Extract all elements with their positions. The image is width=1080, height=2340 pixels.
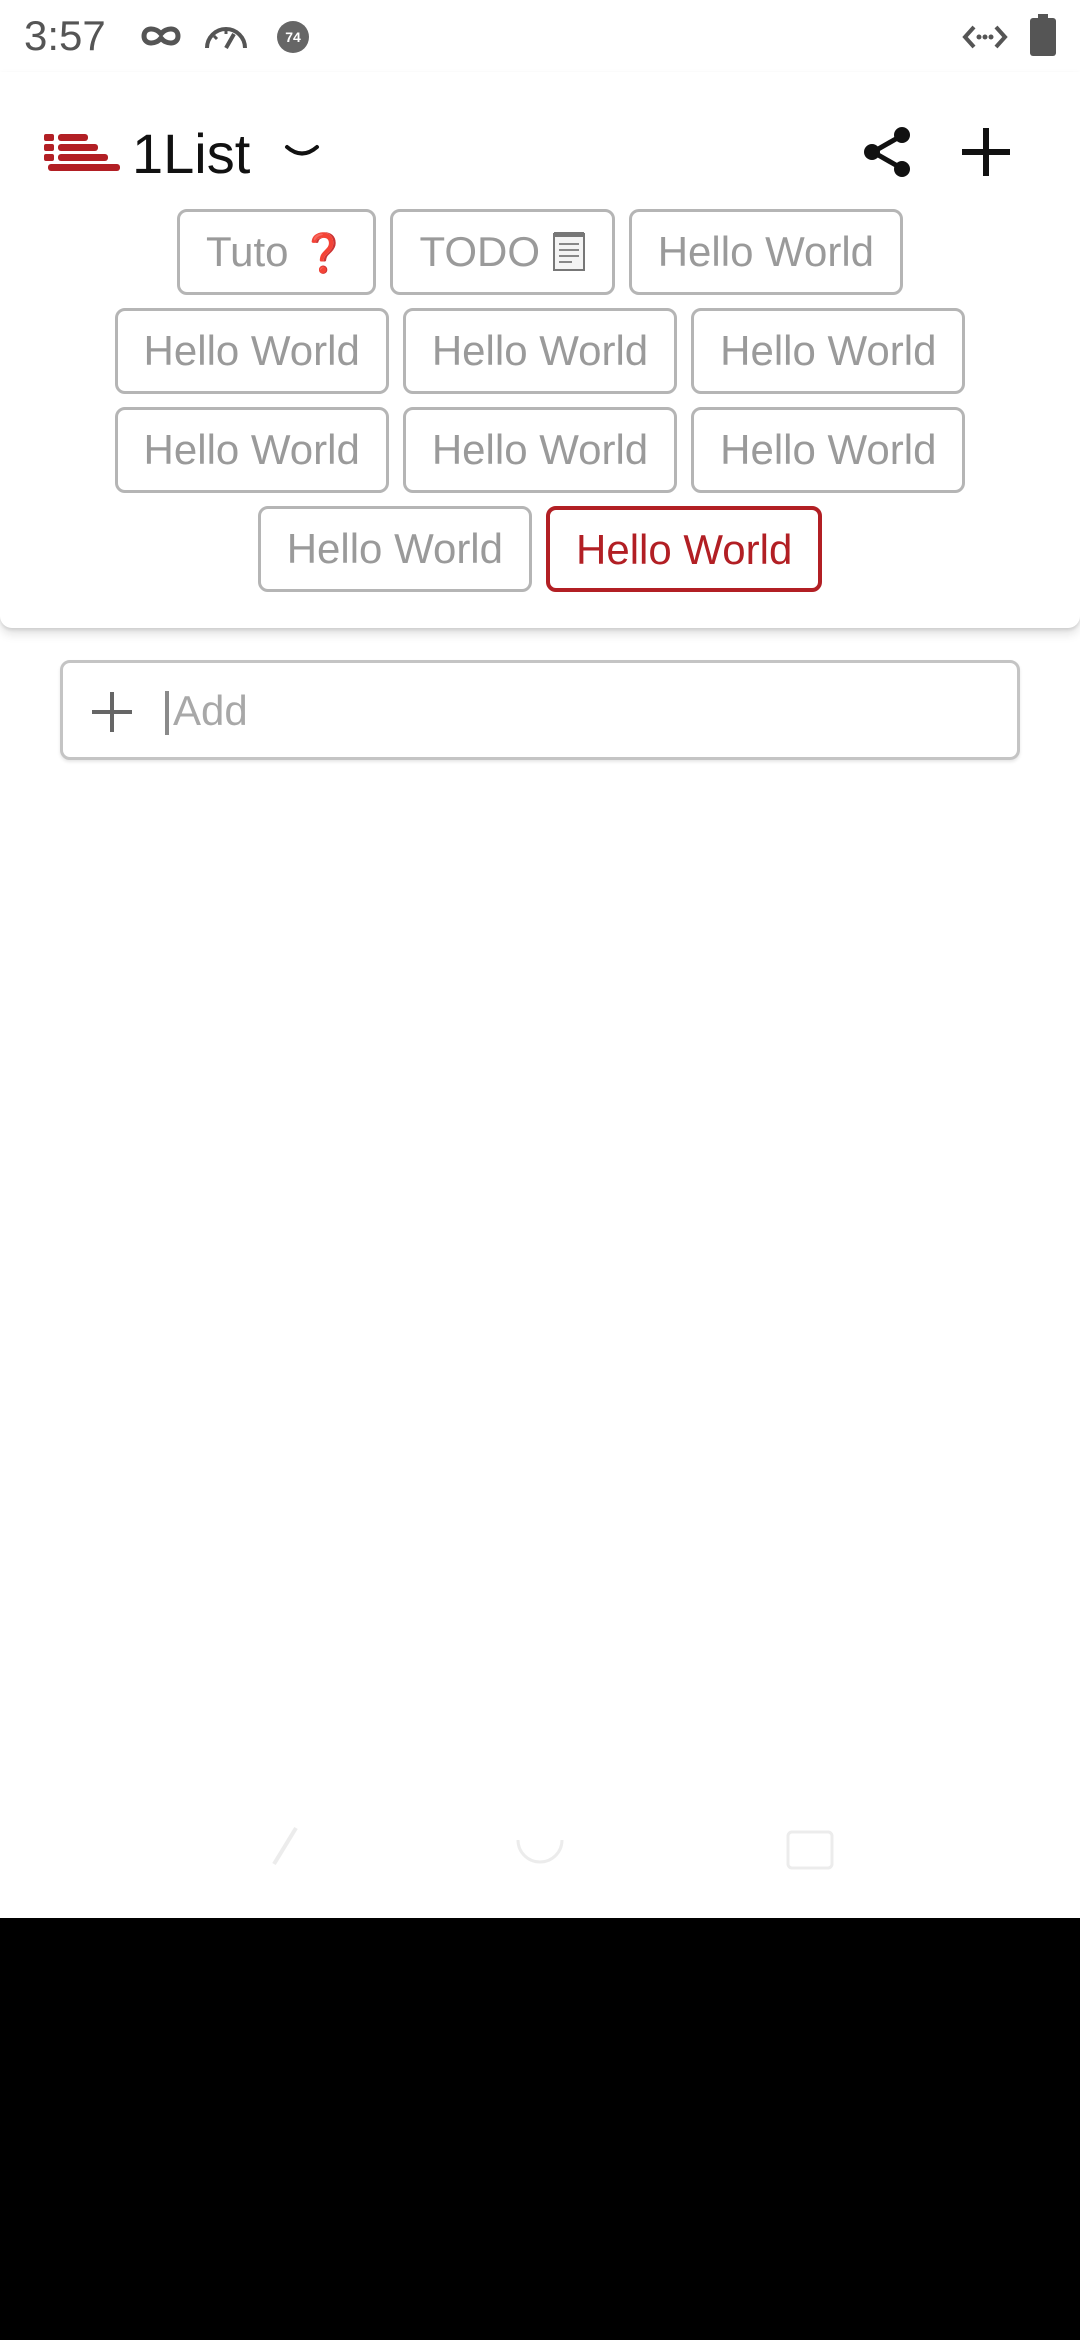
status-bar: 3:57 74	[0, 0, 1080, 72]
notification-badge-icon: 74	[276, 20, 310, 54]
share-icon	[864, 127, 910, 177]
add-item-box[interactable]	[60, 660, 1020, 760]
list-chip-hello-world[interactable]: Hello World	[402, 407, 678, 493]
add-plus-icon[interactable]	[89, 689, 135, 740]
list-chip-hello-world[interactable]: Hello World	[628, 209, 904, 295]
back-nav-icon[interactable]	[270, 1826, 300, 1871]
chip-label: Tuto	[205, 228, 289, 275]
chip-label: Hello World	[143, 426, 360, 473]
question-mark-icon: ❓	[300, 233, 348, 275]
chip-label: Hello World	[720, 426, 937, 473]
app-title[interactable]: 1List	[132, 122, 250, 186]
chip-row: Tuto ❓ TODO Hello World	[0, 209, 1080, 295]
chip-label: TODO	[419, 228, 541, 275]
add-list-button[interactable]	[958, 124, 1014, 180]
chip-row: Hello World Hello World Hello World	[0, 407, 1080, 493]
list-header-card: 1List Tuto ❓ TODO Hello World Hello Worl…	[0, 72, 1080, 628]
chip-row: Hello World Hello World Hello World	[0, 308, 1080, 394]
chip-label: Hello World	[143, 327, 360, 374]
chip-label: Hello World	[431, 426, 649, 473]
chip-label: Hello World	[657, 228, 875, 275]
list-chip-hello-world[interactable]: Hello World	[257, 506, 532, 592]
chip-label: Hello World	[576, 526, 793, 573]
incognito-icon	[140, 22, 182, 55]
list-chip-tuto[interactable]: Tuto ❓	[176, 209, 377, 295]
notepad-icon	[552, 232, 586, 275]
app-screen: 3:57 74 1List Tuto ❓ TODO Hello World He…	[0, 0, 1080, 2340]
list-chip-hello-world[interactable]: Hello World	[691, 407, 966, 493]
list-chip-hello-world[interactable]: Hello World	[114, 407, 389, 493]
list-chip-todo[interactable]: TODO	[390, 209, 615, 295]
chevron-down-icon[interactable]	[284, 142, 320, 167]
share-button[interactable]	[860, 124, 916, 180]
chip-row: Hello World Hello World	[0, 506, 1080, 592]
code-arrows-icon	[962, 24, 1008, 55]
chip-label: Hello World	[286, 525, 503, 572]
recents-nav-icon[interactable]	[786, 1830, 834, 1875]
list-chip-hello-world-selected[interactable]: Hello World	[546, 506, 823, 592]
status-badge: 74	[285, 29, 301, 45]
add-item-input[interactable]	[163, 673, 993, 749]
speedometer-icon	[202, 20, 250, 57]
chip-label: Hello World	[720, 327, 937, 374]
chip-label: Hello World	[431, 327, 649, 374]
battery-icon	[1030, 14, 1056, 61]
list-logo-icon	[44, 132, 120, 177]
plus-icon	[962, 128, 1010, 176]
status-time: 3:57	[24, 12, 106, 59]
list-chip-hello-world[interactable]: Hello World	[691, 308, 966, 394]
list-chip-hello-world[interactable]: Hello World	[114, 308, 389, 394]
list-chips: Tuto ❓ TODO Hello World Hello World Hell…	[0, 209, 1080, 605]
list-chip-hello-world[interactable]: Hello World	[402, 308, 678, 394]
home-nav-icon[interactable]	[516, 1834, 564, 1875]
black-bottom-area	[0, 1918, 1080, 2340]
